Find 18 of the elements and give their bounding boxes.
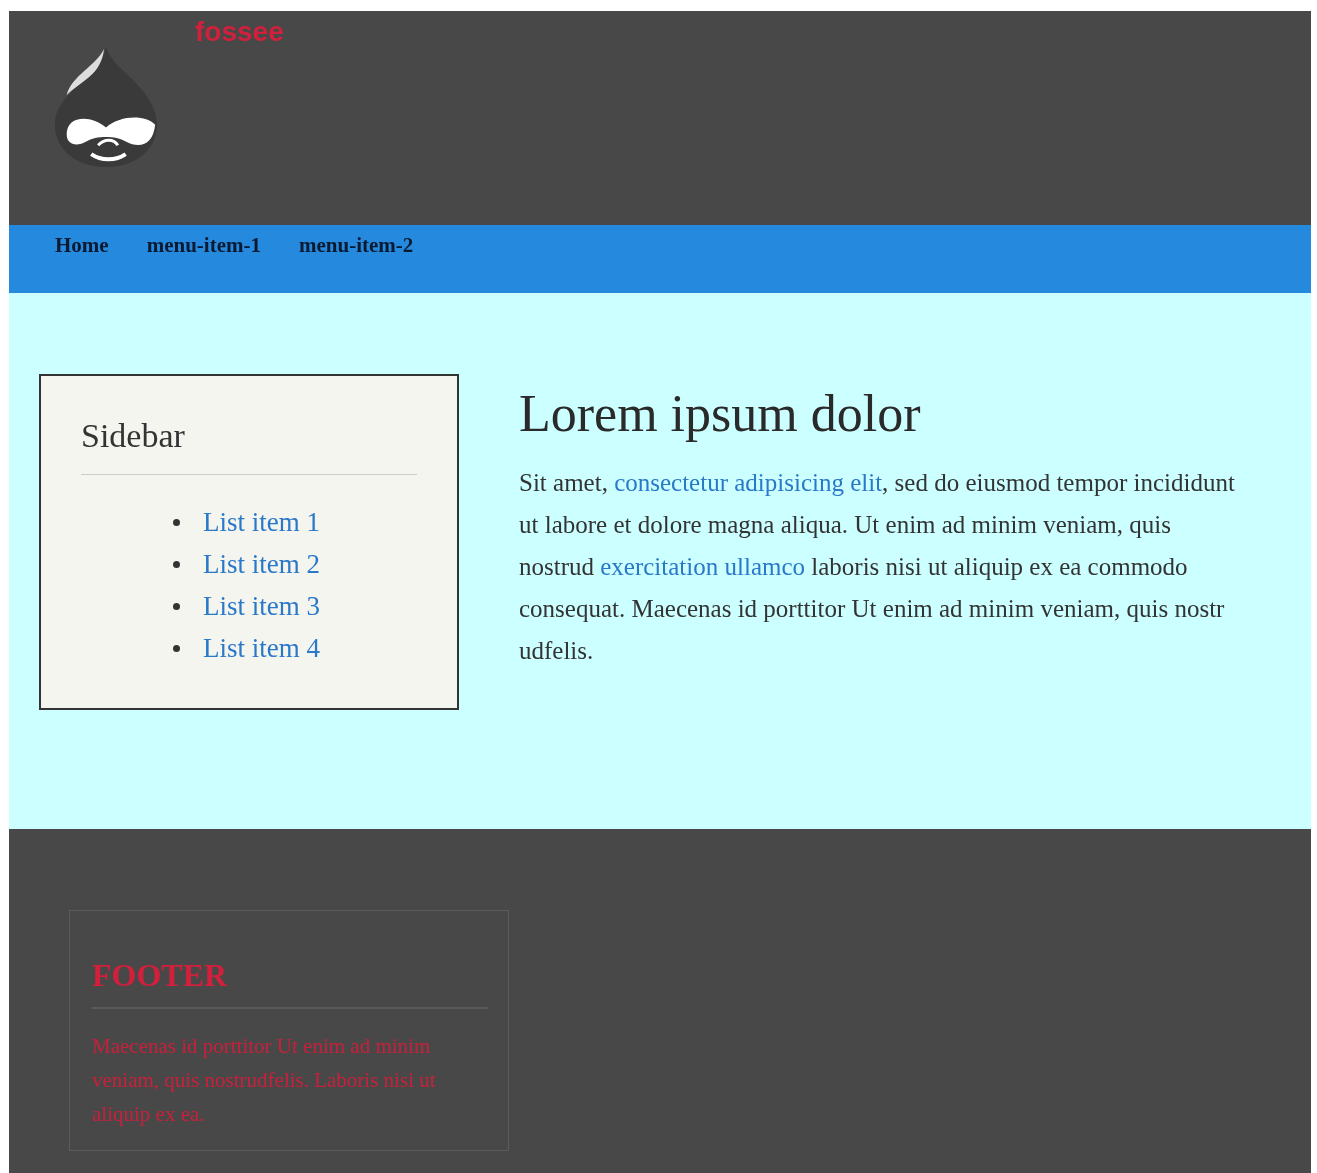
- article-title: Lorem ipsum dolor: [519, 384, 922, 444]
- list-link[interactable]: List item 3: [203, 589, 320, 623]
- nav-link[interactable]: menu-item-2: [298, 225, 414, 293]
- list-link[interactable]: List item 1: [203, 505, 320, 539]
- list-link[interactable]: List item 4: [203, 631, 320, 665]
- footer-text: Maecenas id porttitor Ut enim ad minim veniam, quis nostrudfelis. Laboris nisi ut aliquip ex ea.: [92, 1033, 437, 1128]
- nav-link[interactable]: menu-item-1: [146, 225, 261, 293]
- bullet-icon: [173, 560, 180, 568]
- list-link[interactable]: List item 2: [203, 547, 320, 581]
- bullet-icon: [173, 602, 180, 610]
- inline-link[interactable]: exercitation ullamco: [600, 553, 806, 580]
- article-paragraph: Sit amet, consectetur adipisicing elit, sed do eiusmod tempor incididunt ut labore et dolore magna aliqua. Ut enim ad minim veniam, quis nostrud exercitation ullamco laboris nisi ut aliquip ex ea commodo consequat. Maecenas id porttitor Ut enim ad minim veniam, quis nostr udfelis.: [519, 468, 1236, 666]
- sidebar-title: Sidebar: [81, 416, 186, 456]
- inline-link[interactable]: consectetur adipisicing elit: [614, 469, 883, 496]
- footer-title: FOOTER: [92, 956, 229, 995]
- nav-link[interactable]: Home: [55, 225, 109, 293]
- bullet-icon: [173, 644, 180, 652]
- bullet-icon: [173, 518, 180, 526]
